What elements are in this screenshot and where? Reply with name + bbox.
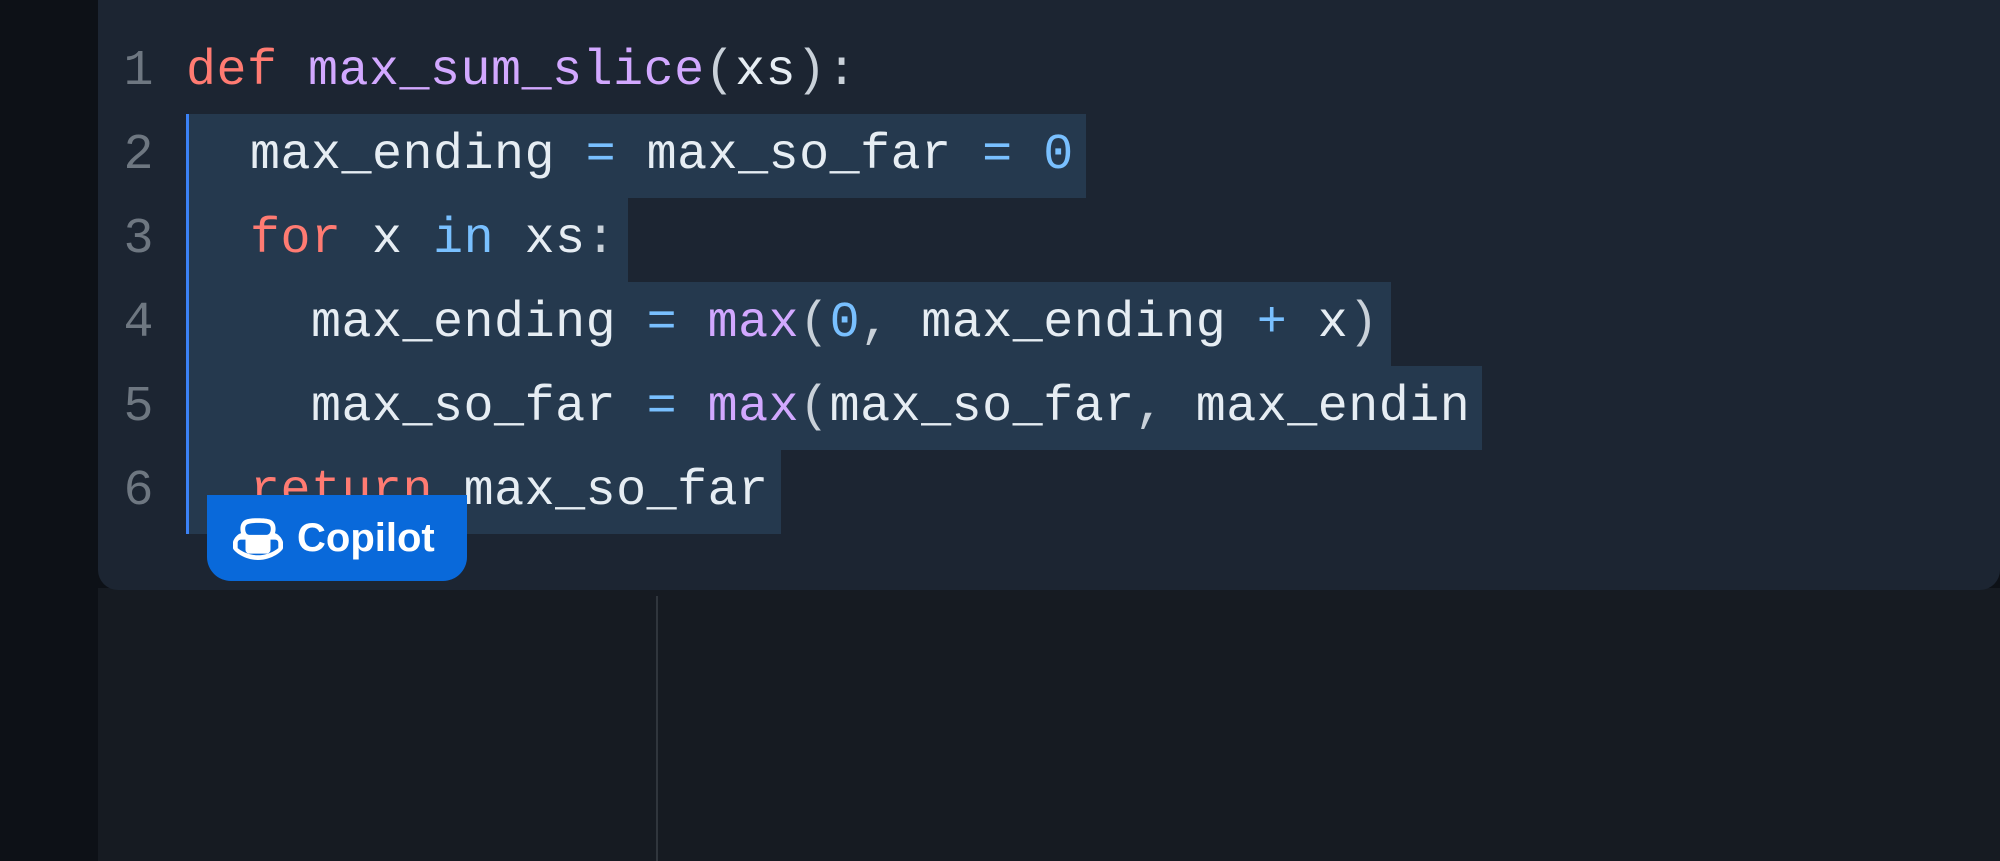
code-line[interactable]: 5 max_so_far = max(max_so_far, max_endin xyxy=(98,366,2000,450)
code-token: : xyxy=(586,211,617,268)
line-number: 5 xyxy=(98,366,186,450)
line-number: 6 xyxy=(98,450,186,534)
code-token: def xyxy=(186,43,308,100)
line-number: 2 xyxy=(98,114,186,198)
code-token: = xyxy=(647,295,678,352)
code-token: max_ending xyxy=(891,295,1257,352)
line-number: 1 xyxy=(98,30,186,114)
code-token: max_so_far xyxy=(464,463,769,520)
code-indent xyxy=(189,211,250,268)
code-line[interactable]: 1def max_sum_slice(xs): xyxy=(98,30,2000,114)
code-token: 0 xyxy=(1043,127,1074,184)
code-token: max_ending xyxy=(250,127,586,184)
code-line[interactable]: 4 max_ending = max(0, max_ending + x) xyxy=(98,282,2000,366)
line-content[interactable]: def max_sum_slice(xs): xyxy=(186,30,857,114)
line-content[interactable]: max_ending = max_so_far = 0 xyxy=(186,114,1086,198)
editor-lower-area xyxy=(98,588,2000,861)
code-token: max_endin xyxy=(1165,379,1470,436)
code-token: x xyxy=(372,211,433,268)
code-token: : xyxy=(827,43,858,100)
code-token: max_so_far xyxy=(616,127,982,184)
code-area[interactable]: 1def max_sum_slice(xs):2 max_ending = ma… xyxy=(98,0,2000,534)
code-token: max_so_far xyxy=(830,379,1135,436)
code-token: ( xyxy=(799,295,830,352)
code-token: ( xyxy=(799,379,830,436)
code-token: , xyxy=(1135,379,1166,436)
code-token: max_so_far xyxy=(311,379,647,436)
code-token: for xyxy=(250,211,372,268)
code-token: ( xyxy=(705,43,736,100)
line-content[interactable]: max_so_far = max(max_so_far, max_endin xyxy=(186,366,1482,450)
code-token xyxy=(677,295,708,352)
line-number: 4 xyxy=(98,282,186,366)
code-token: x xyxy=(1287,295,1348,352)
line-content[interactable]: max_ending = max(0, max_ending + x) xyxy=(186,282,1391,366)
code-token: = xyxy=(982,127,1013,184)
code-token: max xyxy=(708,379,800,436)
code-token: ) xyxy=(1348,295,1379,352)
copilot-badge[interactable]: Copilot xyxy=(207,495,467,581)
line-number: 3 xyxy=(98,198,186,282)
code-indent xyxy=(189,379,311,436)
code-token: = xyxy=(647,379,678,436)
code-token: 0 xyxy=(830,295,861,352)
code-token: + xyxy=(1257,295,1288,352)
code-token: , xyxy=(860,295,891,352)
vertical-divider xyxy=(656,596,658,861)
code-token: max_ending xyxy=(311,295,647,352)
line-content[interactable]: for x in xs: xyxy=(186,198,628,282)
code-token xyxy=(1013,127,1044,184)
code-line[interactable]: 2 max_ending = max_so_far = 0 xyxy=(98,114,2000,198)
code-token: max_sum_slice xyxy=(308,43,705,100)
code-token: ) xyxy=(796,43,827,100)
code-token: = xyxy=(586,127,617,184)
code-token: max xyxy=(708,295,800,352)
code-token: xs xyxy=(525,211,586,268)
code-indent xyxy=(189,127,250,184)
code-line[interactable]: 3 for x in xs: xyxy=(98,198,2000,282)
copilot-label: Copilot xyxy=(297,516,435,561)
code-token xyxy=(677,379,708,436)
code-token: xs xyxy=(735,43,796,100)
copilot-icon xyxy=(233,513,283,563)
code-indent xyxy=(189,295,311,352)
code-token: in xyxy=(433,211,525,268)
